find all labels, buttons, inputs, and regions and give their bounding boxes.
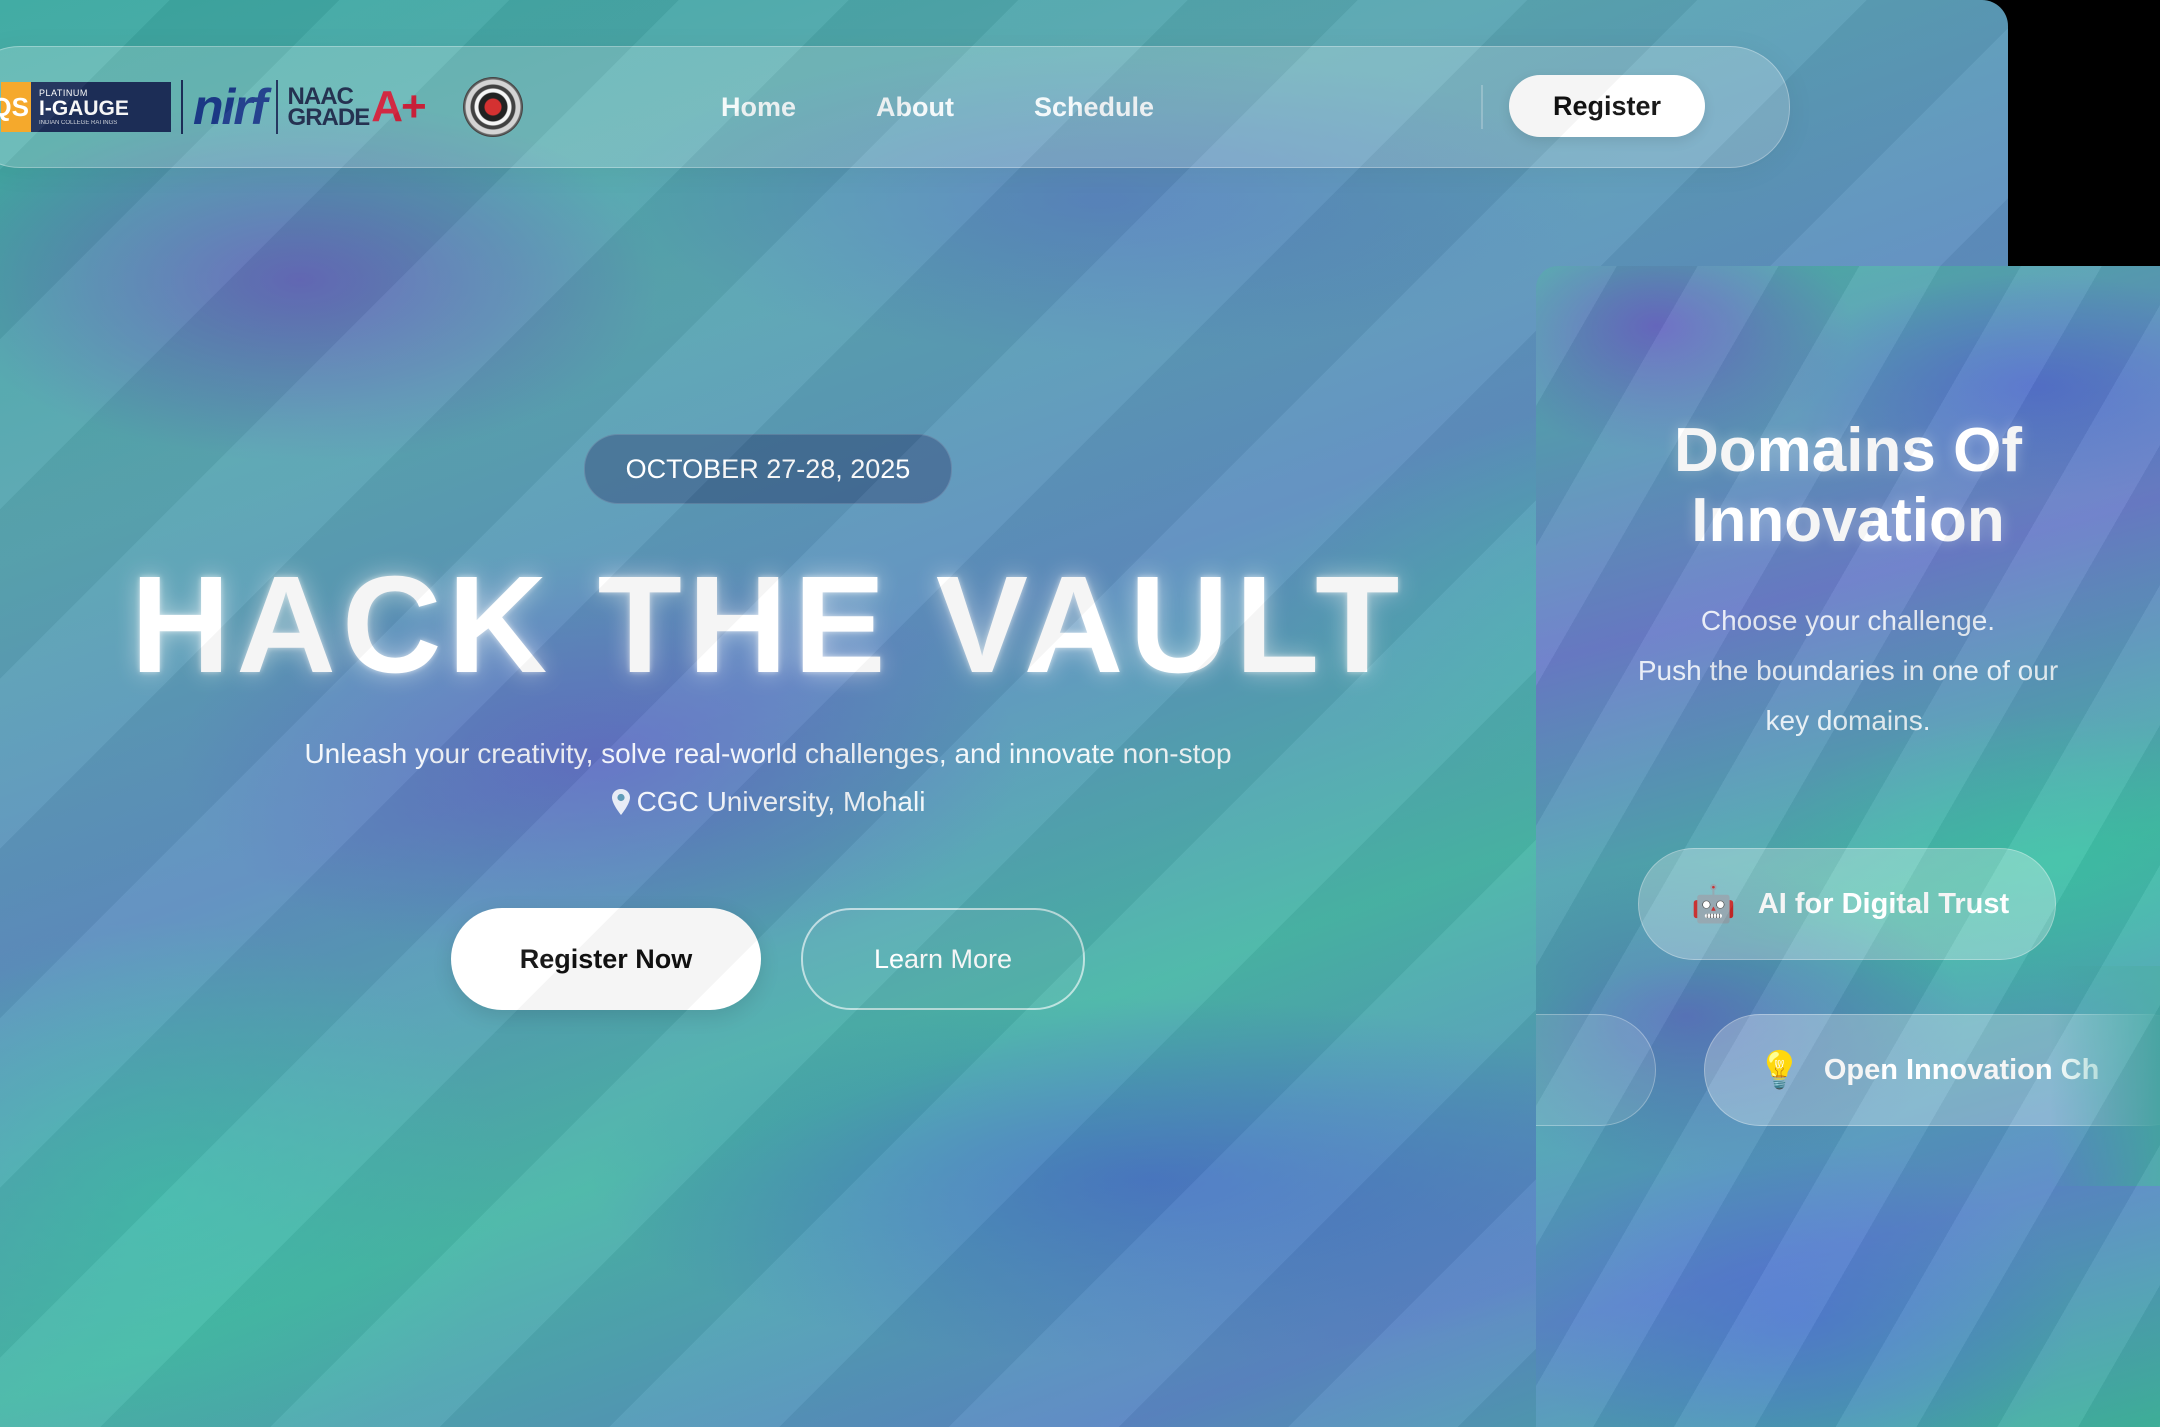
hero-subtitle: Unleash your creativity, solve real-worl… xyxy=(304,738,1232,769)
university-seal-icon xyxy=(462,77,523,137)
nav-about-link[interactable]: About xyxy=(876,92,954,123)
domains-desc-line1: Choose your challenge. xyxy=(1700,605,1996,636)
navbar: QS PLATINUM I-GAUGE INDIAN COLLEGE RATIN… xyxy=(0,46,1790,168)
naac-logo: NAAC GRADE A+ xyxy=(287,82,427,132)
domain-card-partial[interactable] xyxy=(1536,1014,1656,1126)
register-button[interactable]: Register xyxy=(1509,75,1705,137)
accreditation-logos: QS PLATINUM I-GAUGE INDIAN COLLEGE RATIN… xyxy=(0,77,523,137)
naac-grade: A+ xyxy=(371,82,427,131)
logo-divider xyxy=(275,80,278,134)
nav-home-link[interactable]: Home xyxy=(721,92,796,123)
domain-label: AI for Digital Trust xyxy=(1757,887,2010,920)
domains-desc-line2: Push the boundaries in one of our xyxy=(1637,655,2059,686)
logo-divider xyxy=(181,80,183,134)
location-text: CGC University, Mohali xyxy=(636,786,926,817)
naac-line2: GRADE xyxy=(287,104,371,131)
domains-description: Choose your challenge. Push the boundari… xyxy=(1596,596,2100,746)
domains-title-line1: Domains Of xyxy=(1674,416,2022,485)
igauge-sub-text: INDIAN COLLEGE RATINGS xyxy=(39,120,118,126)
nav-links: Home About Schedule xyxy=(721,47,1154,167)
qs-igauge-logo: QS PLATINUM I-GAUGE INDIAN COLLEGE RATIN… xyxy=(0,82,171,132)
domain-card-ai-digital-trust[interactable]: 🤖 AI for Digital Trust xyxy=(1638,848,2056,960)
nav-schedule-link[interactable]: Schedule xyxy=(1034,92,1154,123)
domains-title: Domains Of Innovation xyxy=(1536,416,2160,556)
robot-icon: 🤖 xyxy=(1691,883,1736,924)
hero-title: HACK THE VAULT xyxy=(130,548,1406,702)
igauge-main-text: I-GAUGE xyxy=(39,97,129,120)
qs-logo-text: QS xyxy=(0,82,31,132)
mobile-window: Domains Of Innovation Choose your challe… xyxy=(1536,266,2160,1427)
learn-more-button[interactable]: Learn More xyxy=(801,908,1085,1010)
nav-divider xyxy=(1481,85,1483,129)
location-pin-icon xyxy=(611,789,630,815)
hero-location: CGC University, Mohali xyxy=(0,786,1536,818)
register-now-button[interactable]: Register Now xyxy=(451,908,761,1010)
nirf-logo: nirf xyxy=(193,79,268,135)
carousel-fade xyxy=(2050,966,2160,1186)
lightbulb-icon: 💡 xyxy=(1757,1049,1802,1090)
domains-title-line2: Innovation xyxy=(1691,486,2005,555)
domains-desc-line3: key domains. xyxy=(1765,705,1931,736)
event-date-badge: OCTOBER 27-28, 2025 xyxy=(584,434,952,504)
